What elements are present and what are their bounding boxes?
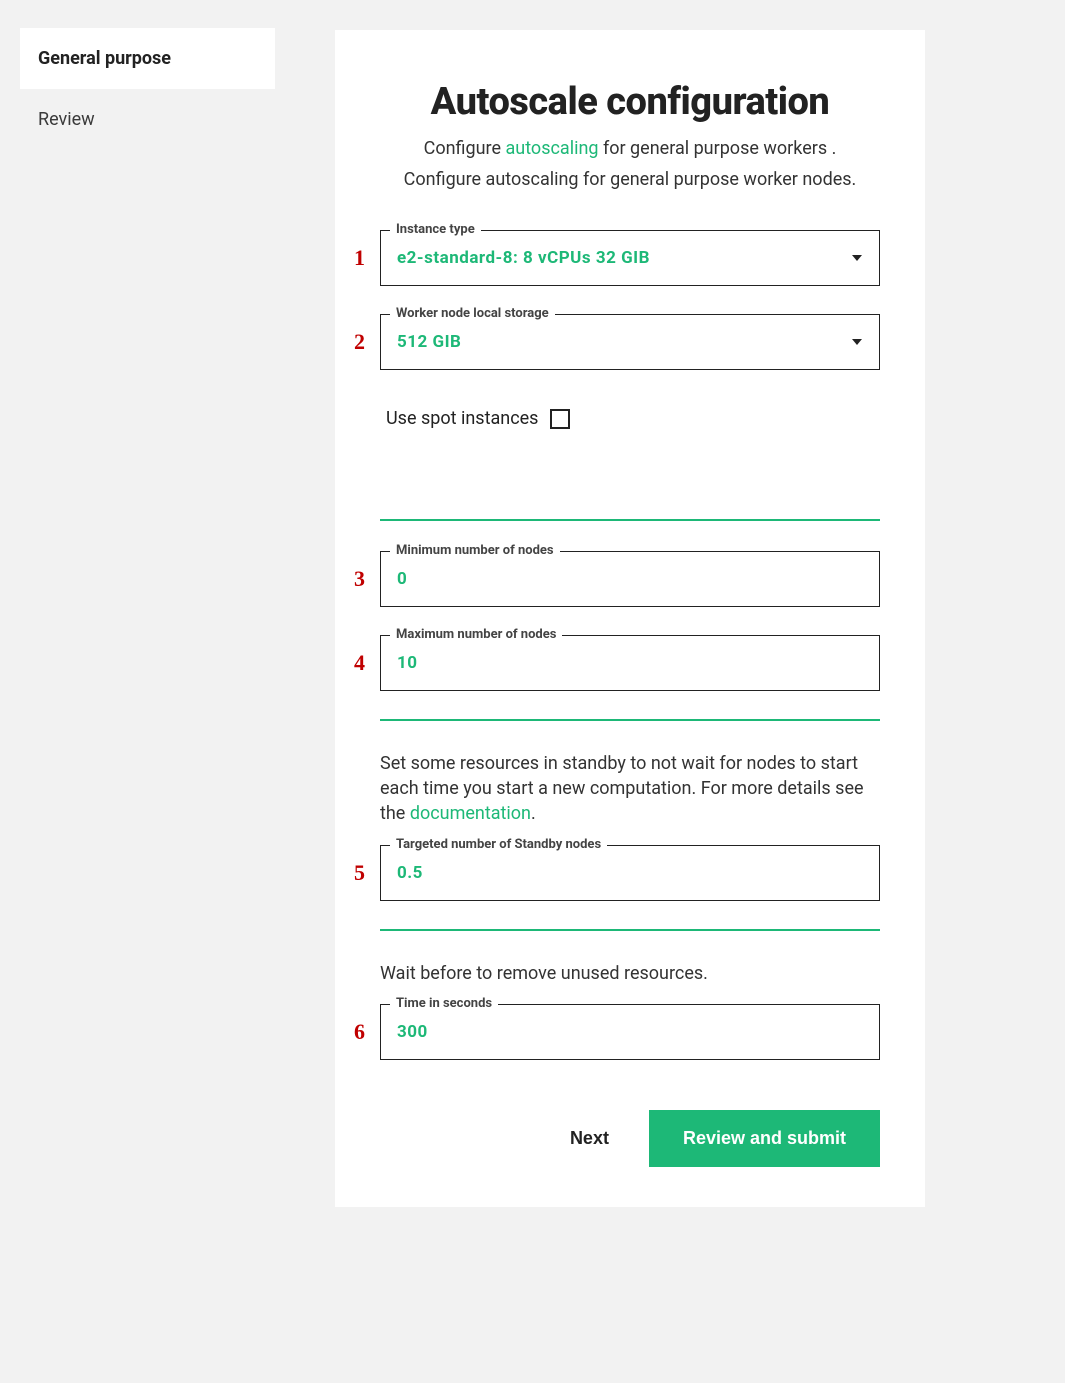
sidebar-item-label: Review — [38, 109, 95, 130]
use-spot-label: Use spot instances — [386, 408, 538, 429]
standby-nodes-label: Targeted number of Standby nodes — [390, 837, 607, 852]
annotation-5: 5 — [354, 860, 365, 886]
instance-type-label: Instance type — [390, 222, 481, 237]
min-nodes-label: Minimum number of nodes — [390, 543, 560, 558]
instance-type-select[interactable]: e2-standard-8: 8 vCPUs 32 GIB — [380, 230, 880, 286]
sidebar-item-label: General purpose — [38, 48, 171, 69]
min-nodes-input[interactable] — [380, 551, 880, 607]
local-storage-field-wrapper: Worker node local storage 512 GIB — [380, 314, 880, 370]
max-nodes-input[interactable] — [380, 635, 880, 691]
annotation-3: 3 — [354, 566, 365, 592]
main-content: Autoscale configuration Configure autosc… — [275, 0, 1065, 1383]
local-storage-select[interactable]: 512 GIB — [380, 314, 880, 370]
time-seconds-field-wrapper: Time in seconds — [380, 1004, 880, 1060]
min-nodes-field-wrapper: Minimum number of nodes — [380, 551, 880, 607]
sidebar-item-general-purpose[interactable]: General purpose — [20, 28, 275, 89]
standby-nodes-field-wrapper: Targeted number of Standby nodes — [380, 845, 880, 901]
time-seconds-input[interactable] — [380, 1004, 880, 1060]
time-seconds-label: Time in seconds — [390, 996, 498, 1011]
sidebar-item-review[interactable]: Review — [20, 89, 275, 150]
page-title: Autoscale configuration — [380, 80, 880, 124]
subtitle-line-2: Configure autoscaling for general purpos… — [380, 169, 880, 190]
divider — [380, 929, 880, 931]
button-row: Next Review and submit — [380, 1110, 880, 1167]
documentation-link[interactable]: documentation — [410, 803, 531, 824]
use-spot-checkbox[interactable] — [550, 409, 570, 429]
standby-nodes-input[interactable] — [380, 845, 880, 901]
next-button[interactable]: Next — [560, 1114, 619, 1163]
local-storage-label: Worker node local storage — [390, 306, 555, 321]
max-nodes-label: Maximum number of nodes — [390, 627, 562, 642]
autoscaling-link[interactable]: autoscaling — [506, 138, 599, 159]
annotation-2: 2 — [354, 329, 365, 355]
review-and-submit-button[interactable]: Review and submit — [649, 1110, 880, 1167]
annotation-6: 6 — [354, 1019, 365, 1045]
standby-description: Set some resources in standby to not wai… — [380, 751, 880, 827]
divider — [380, 519, 880, 521]
sidebar: General purpose Review — [0, 0, 275, 1383]
wait-description: Wait before to remove unused resources. — [380, 961, 880, 986]
divider — [380, 719, 880, 721]
annotation-4: 4 — [354, 650, 365, 676]
annotation-1: 1 — [354, 245, 365, 271]
subtitle-line-1: Configure autoscaling for general purpos… — [380, 138, 880, 159]
config-card: Autoscale configuration Configure autosc… — [335, 30, 925, 1207]
instance-type-field-wrapper: Instance type e2-standard-8: 8 vCPUs 32 … — [380, 230, 880, 286]
use-spot-row: Use spot instances — [380, 398, 880, 439]
max-nodes-field-wrapper: Maximum number of nodes — [380, 635, 880, 691]
